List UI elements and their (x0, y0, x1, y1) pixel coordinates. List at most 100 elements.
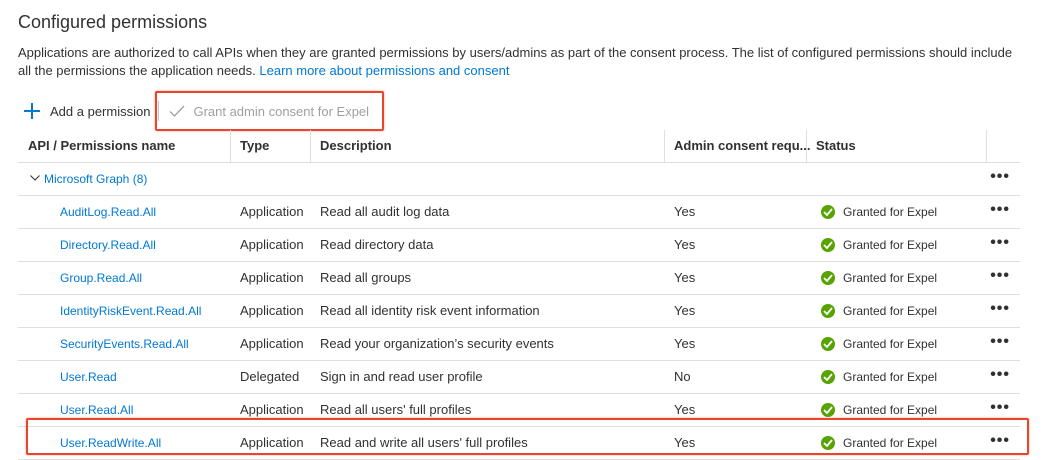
status-text: Granted for Expel (843, 304, 938, 318)
permissions-table: API / Permissions name Type Description … (18, 130, 1020, 460)
permission-name-link[interactable]: Group.Read.All (60, 262, 142, 294)
status-cell: Granted for Expel (821, 328, 937, 360)
row-more-button[interactable]: ••• (990, 394, 1010, 426)
check-circle-icon (821, 271, 835, 285)
header-status[interactable]: Status (816, 130, 856, 162)
table-row: User.ReadWrite.All Application Read and wr… (18, 427, 1020, 460)
table-row: AuditLog.Read.All Application Read all aud… (18, 196, 1020, 229)
permission-name-link[interactable]: User.Read (60, 361, 117, 393)
grant-admin-consent-label: Grant admin consent for Expel (193, 103, 370, 119)
permission-name-link[interactable]: IdentityRiskEvent.Read.All (60, 295, 201, 327)
check-icon (169, 105, 185, 117)
header-api-name[interactable]: API / Permissions name (28, 130, 175, 162)
status-text: Granted for Expel (843, 370, 938, 384)
check-circle-icon (821, 370, 835, 384)
status-cell: Granted for Expel (821, 427, 937, 459)
permission-description: Read all audit log data (320, 204, 450, 219)
admin-consent-value: Yes (674, 270, 696, 285)
permission-description: Read your organization’s security events (320, 336, 554, 351)
status-text: Granted for Expel (843, 271, 938, 285)
admin-consent-value: Yes (674, 237, 696, 252)
description-text: Applications are authorized to call APIs… (18, 45, 1013, 78)
check-circle-icon (821, 337, 835, 351)
permission-name-link[interactable]: User.ReadWrite.All (60, 427, 161, 459)
group-toggle[interactable]: Microsoft Graph (8) (30, 163, 147, 195)
column-divider (310, 130, 311, 162)
row-more-button[interactable]: ••• (990, 295, 1010, 327)
table-row: User.Read Delegated Sign in and read user … (18, 361, 1020, 394)
column-divider (806, 130, 807, 162)
row-more-button[interactable]: ••• (990, 328, 1010, 360)
toolbar: Add a permission Grant admin consent for… (24, 98, 383, 124)
table-row: Directory.Read.All Application Read direct… (18, 229, 1020, 262)
status-cell: Granted for Expel (821, 361, 937, 393)
permission-type: Application (240, 204, 304, 219)
table-row: User.Read.All Application Read all users' … (18, 394, 1020, 427)
permission-description: Read all groups (320, 270, 412, 285)
permission-type: Application (240, 237, 304, 252)
group-label: Microsoft Graph (8) (44, 172, 148, 186)
status-cell: Granted for Expel (821, 196, 937, 228)
status-cell: Granted for Expel (821, 262, 937, 294)
group-row: Microsoft Graph (8) ••• (18, 163, 1020, 196)
permission-description: Sign in and read user profile (320, 369, 483, 384)
header-admin-consent[interactable]: Admin consent requ... (674, 130, 811, 162)
column-divider (986, 130, 987, 162)
status-cell: Granted for Expel (821, 229, 937, 261)
plus-icon (24, 103, 40, 119)
row-more-button[interactable]: ••• (990, 361, 1010, 393)
permission-name-link[interactable]: User.Read.All (60, 394, 133, 426)
table-header: API / Permissions name Type Description … (18, 130, 1020, 163)
add-permission-label: Add a permission (50, 103, 151, 119)
permission-type: Delegated (240, 369, 300, 384)
check-circle-icon (821, 436, 835, 450)
row-more-button[interactable]: ••• (990, 427, 1010, 459)
page-description: Applications are authorized to call APIs… (18, 44, 1028, 80)
permission-type: Application (240, 336, 304, 351)
status-cell: Granted for Expel (821, 295, 937, 327)
check-circle-icon (821, 403, 835, 417)
admin-consent-value: Yes (674, 336, 696, 351)
status-text: Granted for Expel (843, 436, 938, 450)
admin-consent-value: Yes (674, 402, 696, 417)
toolbar-divider (158, 101, 160, 121)
permission-description: Read directory data (320, 237, 434, 252)
row-more-button[interactable]: ••• (990, 196, 1010, 228)
learn-more-link[interactable]: Learn more about permissions and consent (259, 63, 509, 78)
permission-type: Application (240, 303, 304, 318)
admin-consent-value: Yes (674, 303, 696, 318)
table-row: SecurityEvents.Read.All Application Read y… (18, 328, 1020, 361)
page-title: Configured permissions (18, 12, 208, 32)
check-circle-icon (821, 205, 835, 219)
group-more-button[interactable]: ••• (990, 163, 1010, 195)
row-more-button[interactable]: ••• (990, 262, 1010, 294)
status-text: Granted for Expel (843, 205, 938, 219)
table-row: Group.Read.All Application Read all groups… (18, 262, 1020, 295)
status-text: Granted for Expel (843, 238, 938, 252)
column-divider (230, 130, 231, 162)
column-divider (664, 130, 665, 162)
header-description[interactable]: Description (320, 130, 392, 162)
permission-name-link[interactable]: Directory.Read.All (60, 229, 156, 261)
permission-name-link[interactable]: AuditLog.Read.All (60, 196, 156, 228)
permission-type: Application (240, 402, 304, 417)
permission-type: Application (240, 270, 304, 285)
permission-description: Read and write all users' full profiles (320, 435, 528, 450)
admin-consent-value: Yes (674, 204, 696, 219)
status-text: Granted for Expel (843, 403, 938, 417)
add-permission-button[interactable]: Add a permission (24, 103, 150, 119)
chevron-down-icon (30, 174, 40, 181)
permission-name-link[interactable]: SecurityEvents.Read.All (60, 328, 189, 360)
check-circle-icon (821, 304, 835, 318)
check-circle-icon (821, 238, 835, 252)
permission-description: Read all users' full profiles (320, 402, 472, 417)
permission-description: Read all identity risk event information (320, 303, 540, 318)
row-more-button[interactable]: ••• (990, 229, 1010, 261)
status-cell: Granted for Expel (821, 394, 937, 426)
table-row: IdentityRiskEvent.Read.All Application Rea… (18, 295, 1020, 328)
header-type[interactable]: Type (240, 130, 269, 162)
admin-consent-value: Yes (674, 435, 696, 450)
status-text: Granted for Expel (843, 337, 938, 351)
grant-admin-consent-button[interactable]: Grant admin consent for Expel (165, 99, 383, 123)
admin-consent-value: No (674, 369, 691, 384)
